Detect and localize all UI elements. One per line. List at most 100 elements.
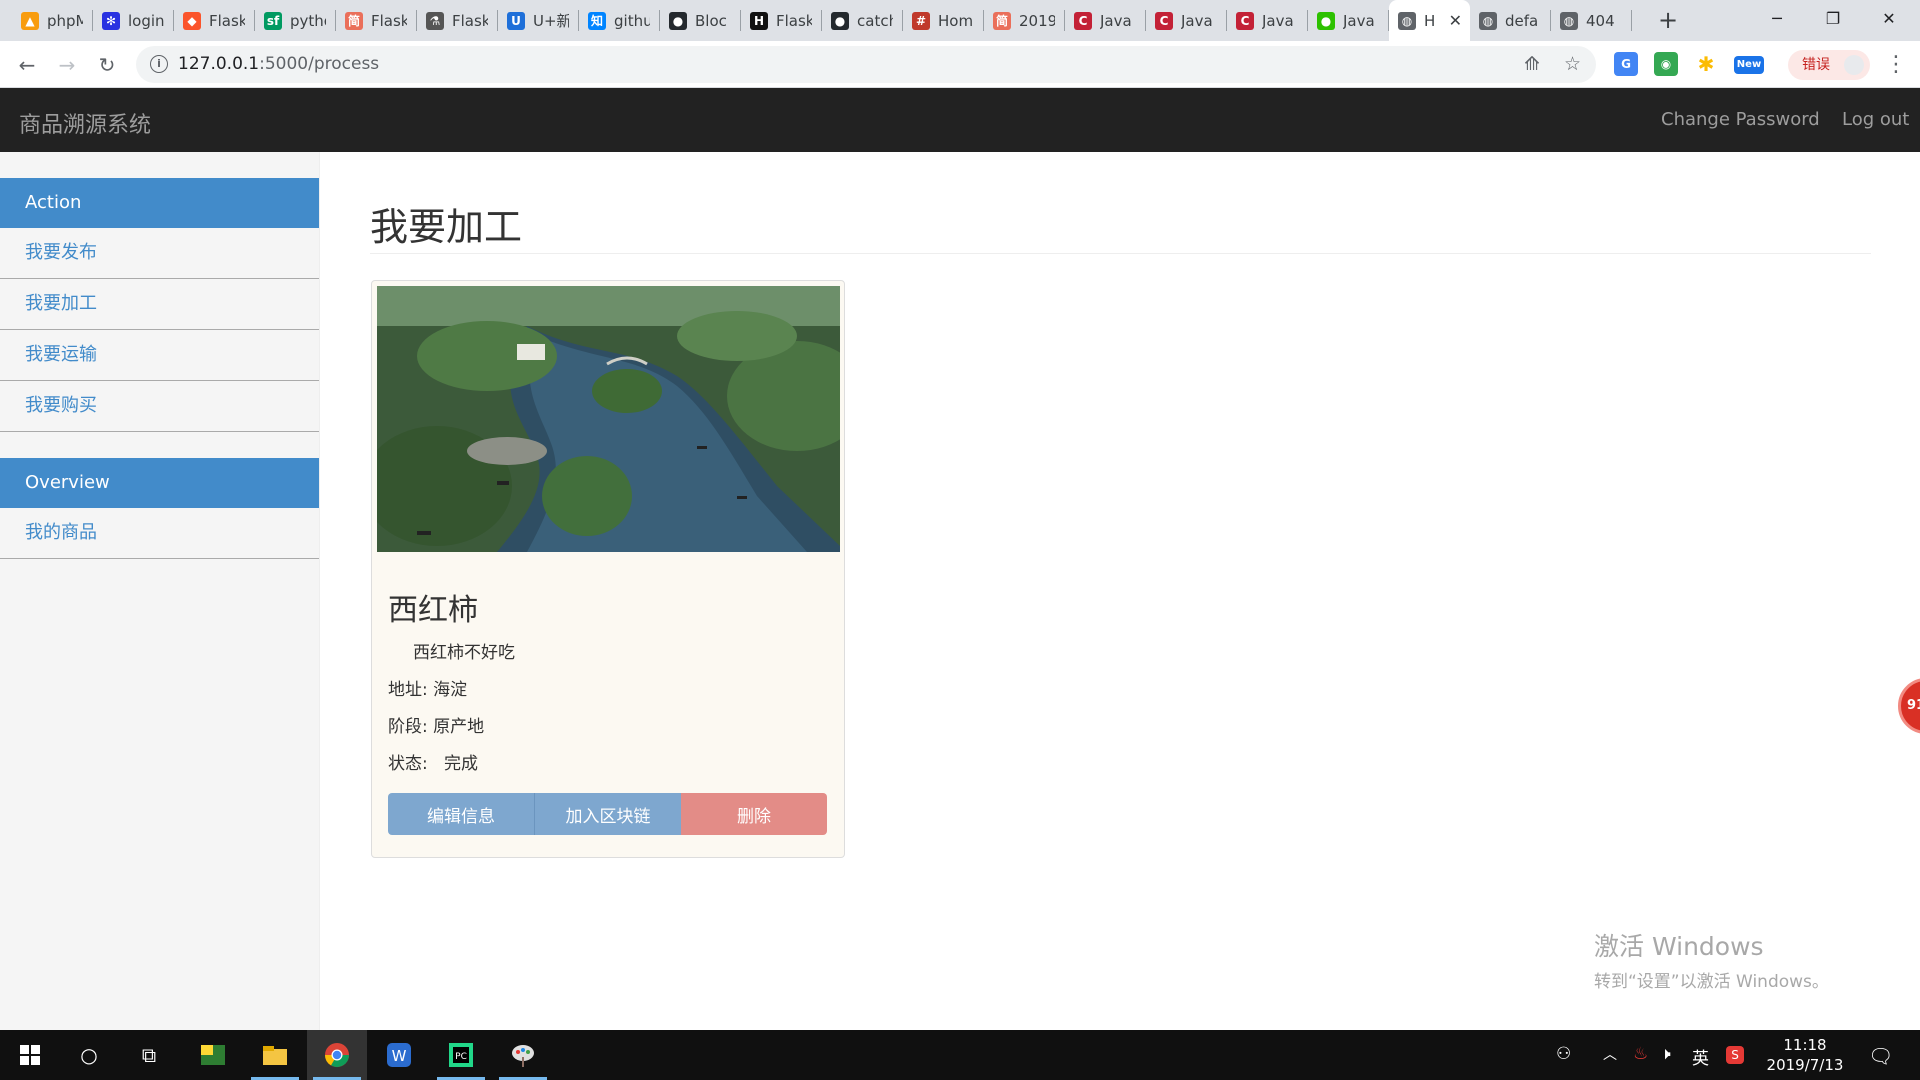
site-info-icon[interactable]: i — [150, 55, 168, 73]
new-extension-icon[interactable]: New — [1734, 56, 1764, 74]
logout-link[interactable]: Log out — [1842, 109, 1909, 130]
tab-title: defa — [1505, 11, 1539, 30]
chrome-menu-icon[interactable]: ⋮ — [1884, 50, 1908, 80]
globe-icon: ◍ — [1398, 11, 1416, 30]
taskbar-app-pycharm[interactable]: PC — [431, 1030, 491, 1080]
tab-title: U+新 — [533, 12, 569, 30]
hexo-icon: H — [750, 11, 768, 30]
browser-tab[interactable]: sf python — [255, 0, 336, 41]
url-text[interactable]: 127.0.0.1:5000/process — [178, 54, 379, 74]
maximize-button[interactable]: ❐ — [1810, 0, 1856, 41]
baidu-icon: ✻ — [102, 11, 120, 30]
taskbar-app-wps[interactable]: W — [369, 1030, 429, 1080]
browser-tab[interactable]: ⚗ Flask — [417, 0, 498, 41]
sidebar-item-publish[interactable]: 我要发布 — [0, 228, 319, 279]
sidebar-item-transport[interactable]: 我要运输 — [0, 330, 319, 381]
tab-title: python — [290, 11, 326, 30]
close-window-button[interactable]: ✕ — [1866, 0, 1912, 41]
tab-title: catch — [857, 11, 893, 30]
ime-indicator[interactable]: 英 — [1692, 1044, 1709, 1069]
task-view-icon[interactable]: ⧉ — [133, 1039, 165, 1071]
browser-tab[interactable]: 简 Flask — [336, 0, 417, 41]
browser-toolbar: ← → ↻ i 127.0.0.1:5000/process ⟰ ☆ G ◉ ✱… — [0, 41, 1920, 88]
browser-tab[interactable]: ● catch — [822, 0, 903, 41]
browser-tab[interactable]: ◍ 404 — [1551, 0, 1632, 41]
browser-tab[interactable]: 简 2019 — [984, 0, 1065, 41]
taskbar-app-paint[interactable] — [493, 1030, 553, 1080]
browser-tab[interactable]: ◆ Flask — [174, 0, 255, 41]
chrome-extension-icon[interactable]: ◉ — [1654, 52, 1678, 76]
watermark-title: 激活 Windows — [1594, 932, 1764, 961]
tab-title: Flask — [209, 11, 245, 30]
browser-tab-strip: ▲phpMyAdmin ✻ login ◆Flasksfpython简Flask⚗Fl… — [0, 0, 1920, 41]
volume-muted-icon[interactable]: 🕨 — [1660, 1044, 1671, 1064]
edit-info-button[interactable]: 编辑信息 — [388, 793, 535, 835]
tab-title: Java — [1100, 11, 1132, 30]
browser-tab[interactable]: U U+新 — [498, 0, 579, 41]
wechat-icon: ● — [1317, 11, 1335, 30]
taskbar-app-maps[interactable] — [183, 1030, 243, 1080]
profile-error-button[interactable]: 错误 — [1788, 50, 1870, 80]
tray-app-icon[interactable]: ♨ — [1633, 1044, 1648, 1064]
taskbar-app-file-explorer[interactable] — [245, 1030, 305, 1080]
sidebar-item-process[interactable]: 我要加工 — [0, 279, 319, 330]
cortana-search-icon[interactable]: ○ — [73, 1039, 105, 1071]
new-tab-button[interactable]: + — [1654, 6, 1682, 34]
tab-title: Hom — [938, 11, 974, 30]
svg-text:W: W — [392, 1047, 407, 1065]
forward-button[interactable]: → — [51, 49, 83, 81]
product-status: 状态: 完成 — [388, 754, 478, 774]
app-brand[interactable]: 商品溯源系统 — [19, 107, 151, 139]
bookmark-star-icon[interactable]: ☆ — [1564, 53, 1581, 75]
taskbar-app-chrome[interactable] — [307, 1030, 367, 1080]
browser-tab[interactable]: ● Bloc — [660, 0, 741, 41]
browser-tab[interactable]: H Flask — [741, 0, 822, 41]
back-button[interactable]: ← — [11, 49, 43, 81]
sidebar-header-action: Action — [0, 178, 319, 228]
reload-button[interactable]: ↻ — [91, 49, 123, 81]
change-password-link[interactable]: Change Password — [1661, 109, 1820, 130]
translate-icon[interactable]: ⟰ — [1524, 53, 1540, 75]
sogou-ime-icon[interactable]: S — [1726, 1046, 1744, 1064]
minimize-button[interactable]: ─ — [1754, 0, 1800, 41]
tab-title: github — [614, 11, 650, 30]
tab-title: Java — [1343, 11, 1375, 30]
address-bar[interactable]: i 127.0.0.1:5000/process ⟰ ☆ — [136, 46, 1596, 83]
maps-icon — [201, 1045, 225, 1065]
show-hidden-icons-chevron-icon[interactable]: ︿ — [1603, 1044, 1617, 1064]
browser-tab[interactable]: ◍ defa — [1470, 0, 1551, 41]
browser-tab[interactable]: C Java — [1227, 0, 1308, 41]
hash-icon: # — [912, 11, 930, 30]
browser-tab[interactable]: # Hom — [903, 0, 984, 41]
clock-time: 11:18 — [1783, 1036, 1827, 1054]
sidebar-item-purchase[interactable]: 我要购买 — [0, 381, 319, 432]
pycharm-icon: PC — [449, 1043, 473, 1067]
browser-tab[interactable]: ● Java — [1308, 0, 1389, 41]
tab-title: Flask — [452, 11, 488, 30]
windows-start-icon[interactable] — [14, 1039, 46, 1071]
page-title: 我要加工 — [370, 205, 523, 249]
tab-title: login — [128, 11, 164, 30]
browser-tab[interactable]: C Java — [1065, 0, 1146, 41]
browser-tab[interactable]: C Java — [1146, 0, 1227, 41]
action-center-icon[interactable]: 🗨 — [1868, 1044, 1893, 1068]
csdn-icon: C — [1236, 11, 1254, 30]
activate-windows-watermark: 激活 Windows 转到“设置”以激活 Windows。 — [1594, 927, 1829, 992]
product-description: 西红柿不好吃 — [413, 643, 515, 663]
taskbar-clock[interactable]: 11:18 2019/7/13 — [1760, 1035, 1850, 1075]
delete-button[interactable]: 删除 — [681, 793, 827, 835]
tab-title: Java — [1262, 11, 1294, 30]
phpmyadmin-icon: ▲ — [21, 11, 39, 30]
pinwheel-extension-icon[interactable]: ✱ — [1694, 52, 1718, 76]
people-icon[interactable]: ⚇ — [1556, 1044, 1571, 1064]
browser-tab[interactable]: ▲ phpMyAdmin — [12, 0, 93, 41]
avatar — [1844, 55, 1864, 75]
tab-title: Bloc — [695, 11, 727, 30]
sidebar-item-my-products[interactable]: 我的商品 — [0, 508, 319, 559]
google-translate-extension-icon[interactable]: G — [1614, 52, 1638, 76]
close-tab-icon[interactable]: ✕ — [1449, 11, 1462, 30]
browser-tab[interactable]: ✻ login — [93, 0, 174, 41]
add-to-blockchain-button[interactable]: 加入区块链 — [535, 793, 681, 835]
browser-tab[interactable]: 知 github — [579, 0, 660, 41]
browser-tab[interactable]: ◍ H ✕ — [1389, 0, 1470, 41]
